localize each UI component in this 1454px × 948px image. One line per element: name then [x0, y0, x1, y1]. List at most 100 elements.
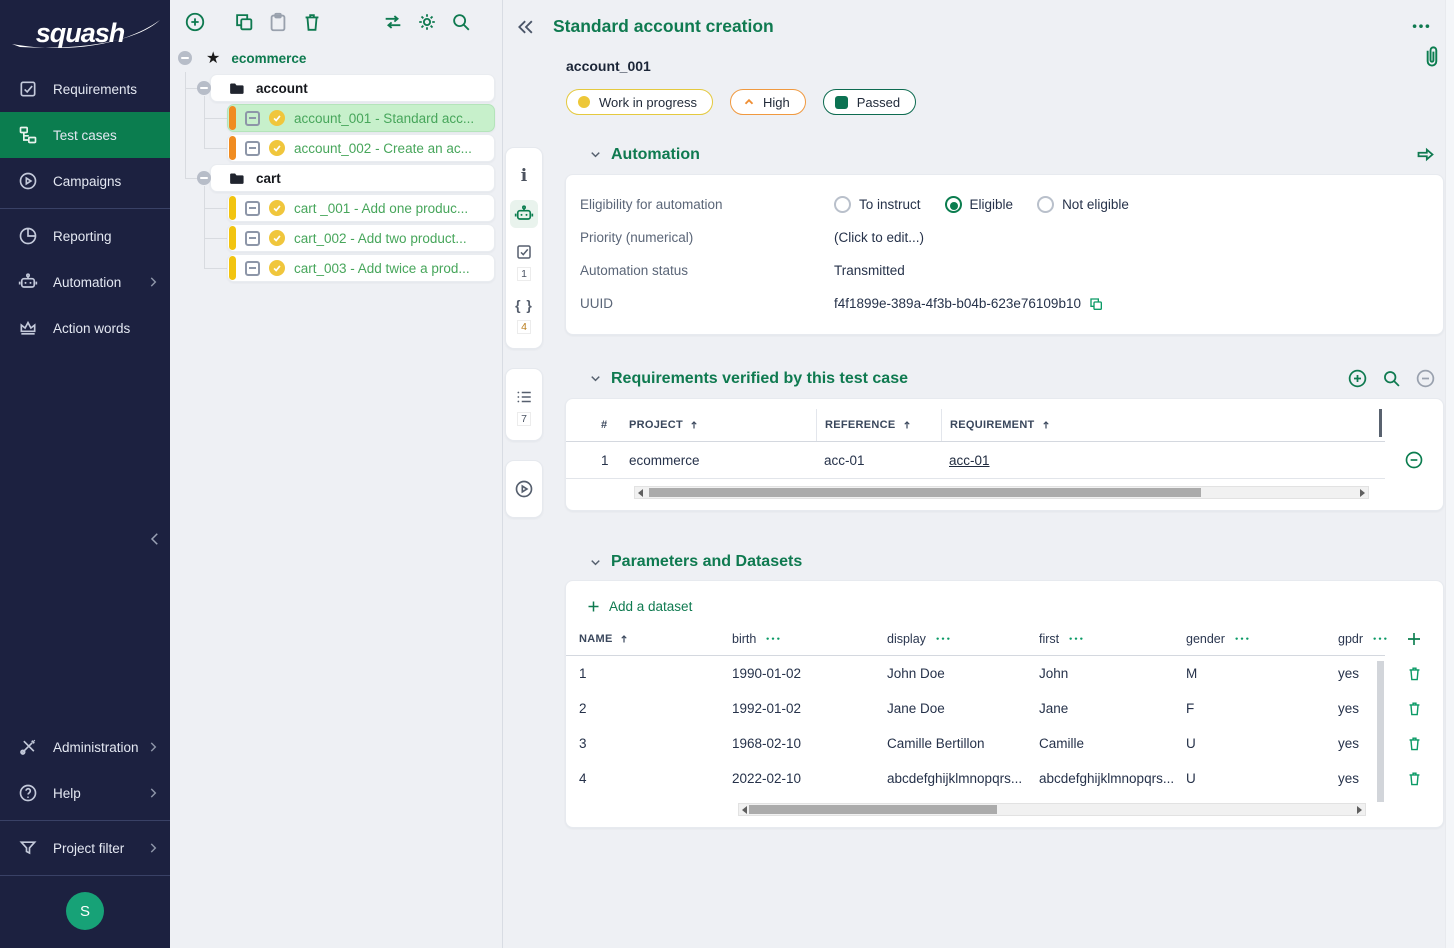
- sidebar-item-requirements[interactable]: Requirements: [0, 66, 170, 112]
- tree-item-cart-003[interactable]: cart_003 - Add twice a prod...: [227, 254, 495, 282]
- test-case-reference: account_001: [566, 58, 1440, 74]
- tab-steps[interactable]: 1: [510, 238, 538, 281]
- attachments-paperclip-icon[interactable]: [1420, 44, 1443, 70]
- param-column-display[interactable]: display: [887, 623, 1039, 655]
- vertical-scrollbar-thumb[interactable]: [1377, 661, 1384, 802]
- chevron-down-icon[interactable]: [588, 371, 603, 386]
- param-column-gpdr[interactable]: gpdr: [1338, 623, 1385, 655]
- collapse-node-icon[interactable]: [197, 81, 211, 95]
- sidebar-item-reporting[interactable]: Reporting: [0, 213, 170, 259]
- collapse-node-icon[interactable]: [178, 51, 192, 65]
- more-options-icon[interactable]: [1410, 17, 1432, 37]
- sidebar-item-label: Campaigns: [53, 174, 121, 189]
- tab-automation[interactable]: [510, 200, 538, 228]
- radio-eligible[interactable]: Eligible: [945, 196, 1014, 213]
- block-indicator-icon: [245, 111, 260, 126]
- add-requirement-icon[interactable]: [1347, 368, 1368, 389]
- horizontal-scrollbar[interactable]: [738, 803, 1366, 816]
- unbind-requirement-icon[interactable]: [1415, 368, 1436, 389]
- requirement-link[interactable]: acc-01: [949, 453, 990, 468]
- tree-item-account-002[interactable]: account_002 - Create an ac...: [227, 134, 495, 162]
- scroll-right-arrow[interactable]: [1357, 806, 1362, 814]
- settings-gear-icon[interactable]: [416, 11, 438, 33]
- execution-status-chip-passed[interactable]: Passed: [823, 89, 916, 115]
- column-header-num[interactable]: #: [579, 409, 629, 441]
- horizontal-scrollbar[interactable]: [634, 486, 1369, 499]
- new-item-icon[interactable]: [184, 11, 206, 33]
- chip-label: Passed: [857, 95, 900, 110]
- chip-label: High: [763, 95, 790, 110]
- tree-folder-cart[interactable]: cart: [210, 164, 495, 192]
- param-column-birth[interactable]: birth: [732, 623, 887, 655]
- sidebar-item-automation[interactable]: Automation: [0, 259, 170, 305]
- add-dataset-button[interactable]: Add a dataset: [566, 585, 692, 623]
- folder-name: account: [256, 81, 308, 96]
- collapse-sidebar-icon[interactable]: [146, 530, 164, 552]
- param-column-gender[interactable]: gender: [1186, 623, 1338, 655]
- tab-executions[interactable]: [510, 475, 538, 503]
- sidebar-item-help[interactable]: Help: [0, 770, 170, 816]
- tab-information[interactable]: i: [510, 162, 538, 190]
- squash-logo[interactable]: squash: [0, 0, 170, 66]
- tab-parameters[interactable]: { } 4: [510, 291, 538, 334]
- avatar[interactable]: S: [66, 892, 104, 930]
- column-header-name[interactable]: NAME: [579, 623, 732, 655]
- collapse-panel-icon[interactable]: [516, 17, 536, 37]
- status-chips: Work in progress High Passed: [566, 89, 1440, 115]
- sort-asc-icon: [618, 633, 630, 645]
- scroll-left-arrow[interactable]: [638, 489, 643, 497]
- add-parameter-icon[interactable]: [1405, 630, 1423, 648]
- status-chip-work-in-progress[interactable]: Work in progress: [566, 89, 713, 115]
- sidebar-item-action-words[interactable]: Action words: [0, 305, 170, 351]
- dataset-row: 4 2022-02-10 abcdefghijklmnopqrs... abcd…: [566, 761, 1443, 796]
- page-scrollbar[interactable]: [1445, 0, 1454, 948]
- delete-dataset-icon[interactable]: [1406, 665, 1423, 683]
- delete-dataset-icon[interactable]: [1406, 735, 1423, 753]
- collapse-node-icon[interactable]: [197, 171, 211, 185]
- vertical-scrollbar-thumb[interactable]: [1379, 409, 1382, 437]
- import-export-icon[interactable]: [382, 11, 404, 33]
- sidebar-item-test-cases[interactable]: Test cases: [0, 112, 170, 158]
- radio-to-instruct[interactable]: To instruct: [834, 196, 921, 213]
- column-header-reference[interactable]: REFERENCE: [816, 409, 941, 441]
- scrollbar-thumb[interactable]: [749, 805, 997, 814]
- tree-project-row[interactable]: ★ ecommerce: [170, 44, 502, 72]
- column-header-requirement[interactable]: REQUIREMENT: [941, 409, 1385, 441]
- tree-folder-account[interactable]: account: [210, 74, 495, 102]
- param-menu-icon[interactable]: [935, 636, 951, 642]
- scroll-left-arrow[interactable]: [742, 806, 747, 814]
- automation-card: Eligibility for automation To instruct E…: [565, 174, 1444, 335]
- param-menu-icon[interactable]: [1234, 636, 1250, 642]
- paste-icon[interactable]: [267, 11, 289, 33]
- scrollbar-thumb[interactable]: [649, 488, 1201, 497]
- chevron-down-icon[interactable]: [588, 147, 603, 162]
- sidebar-item-project-filter[interactable]: Project filter: [0, 825, 170, 871]
- search-icon[interactable]: [450, 11, 472, 33]
- column-header-project[interactable]: PROJECT: [629, 409, 816, 441]
- param-column-first[interactable]: first: [1039, 623, 1186, 655]
- priority-value[interactable]: (Click to edit...): [834, 230, 924, 245]
- tab-list[interactable]: 7: [510, 383, 538, 426]
- tree-item-cart-001[interactable]: cart _001 - Add one produc...: [227, 194, 495, 222]
- radio-icon: [1037, 196, 1054, 213]
- tree-item-cart-002[interactable]: cart_002 - Add two product...: [227, 224, 495, 252]
- unbind-row-icon[interactable]: [1404, 450, 1424, 470]
- importance-chip-high[interactable]: High: [730, 89, 806, 115]
- chevron-down-icon[interactable]: [588, 555, 603, 570]
- delete-dataset-icon[interactable]: [1406, 700, 1423, 718]
- delete-dataset-icon[interactable]: [1406, 770, 1423, 788]
- copy-icon[interactable]: [233, 11, 255, 33]
- param-menu-icon[interactable]: [765, 636, 781, 642]
- tree-item-account-001[interactable]: account_001 - Standard acc...: [227, 104, 495, 132]
- search-requirements-icon[interactable]: [1381, 368, 1402, 389]
- scroll-right-arrow[interactable]: [1360, 489, 1365, 497]
- ds-gender: F: [1186, 691, 1338, 726]
- delete-icon[interactable]: [301, 11, 323, 33]
- go-to-automation-arrow-icon[interactable]: [1415, 144, 1436, 165]
- sidebar-item-administration[interactable]: Administration: [0, 724, 170, 770]
- copy-uuid-icon[interactable]: [1088, 296, 1104, 312]
- radio-not-eligible[interactable]: Not eligible: [1037, 196, 1129, 213]
- status-check-icon: [269, 230, 285, 246]
- sidebar-item-campaigns[interactable]: Campaigns: [0, 158, 170, 204]
- param-menu-icon[interactable]: [1068, 636, 1084, 642]
